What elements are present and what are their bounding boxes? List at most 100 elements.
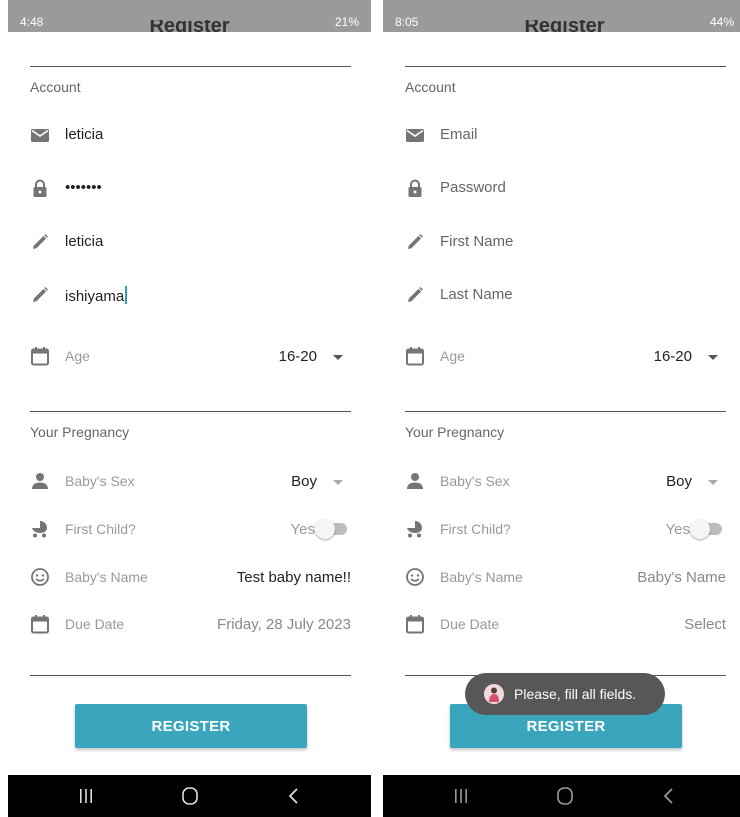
password-placeholder: Password bbox=[440, 179, 506, 196]
calendar-icon bbox=[405, 614, 425, 634]
due-date-label: Due Date bbox=[65, 616, 125, 632]
chevron-down-icon bbox=[708, 355, 718, 360]
email-placeholder: Email bbox=[440, 126, 478, 143]
divider bbox=[30, 675, 351, 676]
chevron-down-icon bbox=[708, 480, 718, 485]
baby-sex-row: Baby's Sex Boy bbox=[30, 466, 351, 496]
calendar-icon bbox=[405, 346, 425, 366]
first-child-toggle[interactable]: Yes bbox=[636, 518, 726, 542]
section-title-pregnancy: Your Pregnancy bbox=[405, 424, 505, 440]
toggle-knob bbox=[690, 519, 710, 539]
chevron-down-icon bbox=[333, 355, 343, 360]
toggle-switch[interactable] bbox=[315, 519, 347, 539]
baby-sex-selected: Boy bbox=[666, 473, 692, 490]
baby-sex-dropdown[interactable]: Boy bbox=[251, 470, 351, 494]
age-row: Age 16-20 bbox=[30, 341, 351, 371]
toggle-text: Yes bbox=[665, 521, 690, 538]
home-icon[interactable] bbox=[170, 784, 210, 808]
last-name-field[interactable]: Last Name bbox=[405, 280, 726, 310]
envelope-icon bbox=[405, 125, 425, 145]
baby-sex-label: Baby's Sex bbox=[440, 473, 510, 489]
pencil-icon bbox=[30, 232, 50, 252]
due-date-value[interactable]: Select bbox=[684, 616, 726, 633]
first-child-toggle[interactable]: Yes bbox=[261, 518, 351, 542]
last-name-field[interactable]: ishiyama bbox=[30, 280, 351, 310]
first-child-row: First Child? Yes bbox=[405, 514, 726, 544]
first-child-label: First Child? bbox=[65, 521, 136, 537]
phone-screen-filled: 4:48 21% Register Account leticia ••••••… bbox=[8, 0, 371, 817]
toggle-text: Yes bbox=[290, 521, 315, 538]
smiley-icon bbox=[30, 567, 50, 587]
baby-name-value[interactable]: Baby's Name bbox=[637, 569, 726, 586]
baby-sex-dropdown[interactable]: Boy bbox=[626, 470, 726, 494]
password-field[interactable]: ••••••• bbox=[30, 173, 351, 203]
password-field[interactable]: Password bbox=[405, 173, 726, 203]
stroller-icon bbox=[30, 519, 50, 539]
back-icon[interactable] bbox=[273, 784, 313, 808]
last-name-placeholder: Last Name bbox=[440, 286, 513, 303]
pencil-icon bbox=[405, 285, 425, 305]
divider bbox=[405, 411, 726, 412]
navigation-bar bbox=[8, 775, 371, 817]
page-title: Register bbox=[524, 20, 605, 32]
email-value: leticia bbox=[65, 126, 104, 143]
password-value: ••••••• bbox=[65, 179, 102, 196]
stroller-icon bbox=[405, 519, 425, 539]
toggle-switch[interactable] bbox=[690, 519, 722, 539]
due-date-value[interactable]: Friday, 28 July 2023 bbox=[217, 616, 351, 633]
age-dropdown[interactable]: 16-20 bbox=[251, 345, 351, 369]
lock-icon bbox=[30, 178, 50, 198]
baby-name-label: Baby's Name bbox=[440, 569, 523, 585]
recents-icon[interactable] bbox=[66, 784, 106, 808]
smiley-icon bbox=[405, 567, 425, 587]
first-child-row: First Child? Yes bbox=[30, 514, 351, 544]
baby-sex-label: Baby's Sex bbox=[65, 473, 135, 489]
section-title-account: Account bbox=[405, 79, 456, 95]
chevron-down-icon bbox=[333, 480, 343, 485]
age-label: Age bbox=[65, 348, 90, 364]
navigation-bar bbox=[383, 775, 740, 817]
person-icon bbox=[405, 471, 425, 491]
phone-screen-empty: 8:05 44% Register Account Email Password… bbox=[383, 0, 740, 817]
due-date-row[interactable]: Due Date Select bbox=[405, 609, 726, 639]
baby-sex-selected: Boy bbox=[291, 473, 317, 490]
calendar-icon bbox=[30, 614, 50, 634]
last-name-value: ishiyama bbox=[65, 286, 128, 305]
age-selected: 16-20 bbox=[278, 348, 317, 365]
home-icon[interactable] bbox=[545, 784, 585, 808]
first-name-value: leticia bbox=[65, 233, 104, 250]
recents-icon[interactable] bbox=[441, 784, 481, 808]
due-date-label: Due Date bbox=[440, 616, 500, 632]
divider bbox=[30, 66, 351, 67]
pencil-icon bbox=[30, 285, 50, 305]
divider bbox=[30, 411, 351, 412]
baby-name-row[interactable]: Baby's Name Baby's Name bbox=[405, 562, 726, 592]
first-name-field[interactable]: leticia bbox=[30, 227, 351, 257]
first-name-field[interactable]: First Name bbox=[405, 227, 726, 257]
baby-name-label: Baby's Name bbox=[65, 569, 148, 585]
age-dropdown[interactable]: 16-20 bbox=[626, 345, 726, 369]
toggle-knob bbox=[315, 519, 335, 539]
pencil-icon bbox=[405, 232, 425, 252]
age-label: Age bbox=[440, 348, 465, 364]
divider bbox=[405, 66, 726, 67]
register-button[interactable]: REGISTER bbox=[75, 704, 307, 748]
email-field[interactable]: Email bbox=[405, 120, 726, 150]
page-title: Register bbox=[149, 20, 230, 32]
due-date-row[interactable]: Due Date Friday, 28 July 2023 bbox=[30, 609, 351, 639]
baby-name-row[interactable]: Baby's Name Test baby name!! bbox=[30, 562, 351, 592]
toast-message: Please, fill all fields. bbox=[465, 673, 665, 715]
back-icon[interactable] bbox=[648, 784, 688, 808]
first-child-label: First Child? bbox=[440, 521, 511, 537]
age-selected: 16-20 bbox=[653, 348, 692, 365]
baby-sex-row: Baby's Sex Boy bbox=[405, 466, 726, 496]
person-icon bbox=[30, 471, 50, 491]
toast-text: Please, fill all fields. bbox=[514, 686, 637, 702]
baby-name-value[interactable]: Test baby name!! bbox=[237, 569, 351, 586]
envelope-icon bbox=[30, 125, 50, 145]
lock-icon bbox=[405, 178, 425, 198]
section-title-account: Account bbox=[30, 79, 81, 95]
app-avatar-icon bbox=[484, 684, 504, 704]
section-title-pregnancy: Your Pregnancy bbox=[30, 424, 130, 440]
email-field[interactable]: leticia bbox=[30, 120, 351, 150]
